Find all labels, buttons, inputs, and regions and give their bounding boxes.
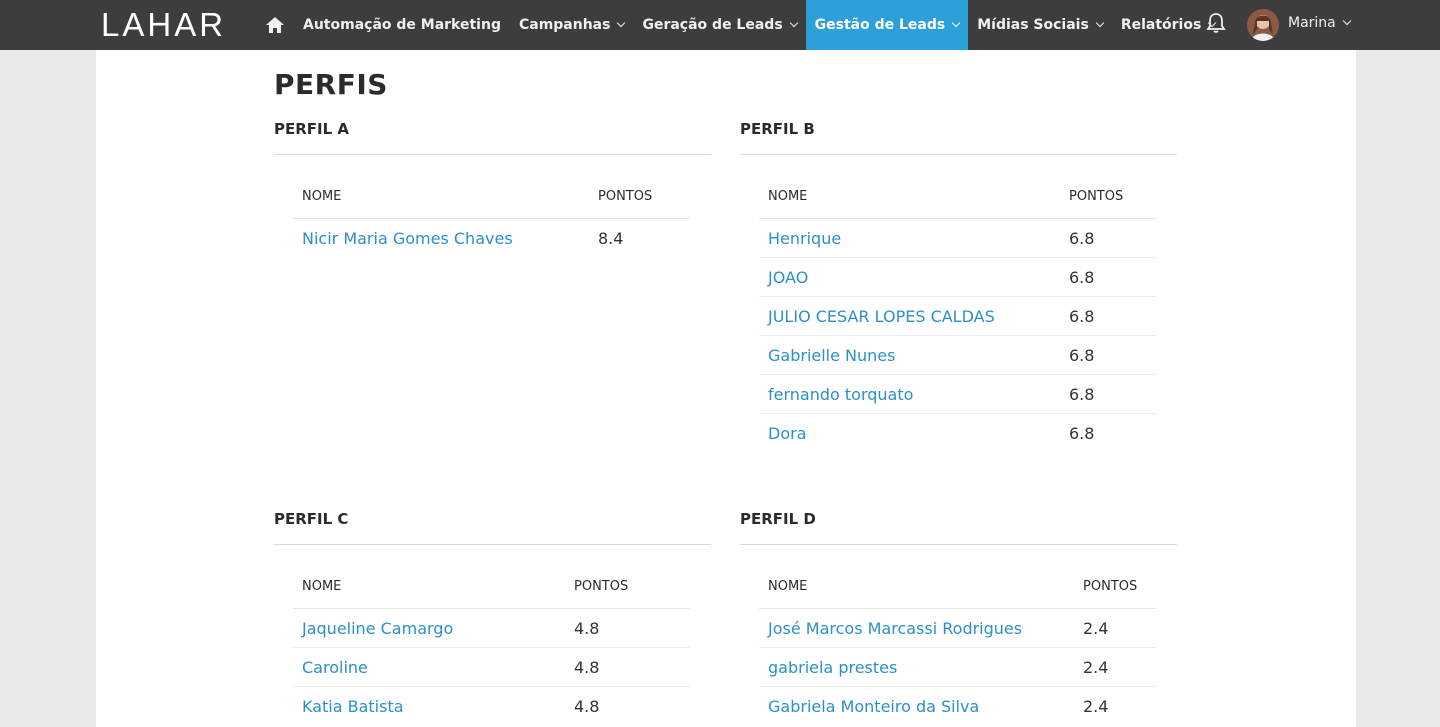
table-row: Nicir Maria Gomes Chaves 8.4: [293, 219, 690, 258]
profile-table: NOME PONTOS Jaqueline Camargo 4.8 Carolin…: [293, 565, 690, 726]
lead-name-link[interactable]: Caroline: [302, 658, 574, 677]
table-header: NOME PONTOS: [759, 565, 1156, 609]
table-row: Jaqueline Camargo 4.8: [293, 609, 690, 648]
nav-midias-sociais[interactable]: Mídias Sociais: [968, 0, 1112, 50]
chevron-down-icon: [789, 18, 798, 28]
table-row: Katia Batista 4.8: [293, 687, 690, 726]
table-row: José Marcos Marcassi Rodrigues 2.4: [759, 609, 1156, 648]
chevron-down-icon: [951, 18, 961, 28]
nav-automacao[interactable]: Automação de Marketing: [294, 0, 510, 50]
profile-table: NOME PONTOS José Marcos Marcassi Rodrigu…: [759, 565, 1156, 726]
table-row: Dora 6.8: [759, 414, 1156, 453]
lead-name-link[interactable]: José Marcos Marcassi Rodrigues: [768, 619, 1083, 638]
lahar-logo[interactable]: LAHAR: [101, 6, 226, 44]
table-row: JOAO 6.8: [759, 258, 1156, 297]
col-name-header: NOME: [302, 189, 342, 204]
main-nav: Automação de Marketing Campanhas Geração…: [256, 0, 1224, 50]
lead-name-link[interactable]: Gabrielle Nunes: [768, 346, 1069, 365]
lead-name-link[interactable]: gabriela prestes: [768, 658, 1083, 677]
nav-label: Geração de Leads: [642, 17, 783, 33]
profile-panel-c: PERFIL C NOME PONTOS Jaqueline Camargo 4.…: [274, 502, 711, 726]
panel-title: PERFIL D: [740, 502, 1177, 545]
lead-points: 4.8: [574, 697, 600, 716]
nav-label: Automação de Marketing: [303, 17, 501, 33]
lead-points: 8.4: [598, 229, 624, 248]
nav-gestao-leads[interactable]: Gestão de Leads: [805, 0, 969, 50]
table-header: NOME PONTOS: [293, 175, 690, 219]
top-navbar: LAHAR Automação de Marketing Campanhas G…: [0, 0, 1440, 50]
lead-name-link[interactable]: fernando torquato: [768, 385, 1069, 404]
nav-label: Relatórios: [1120, 17, 1202, 33]
profile-table: NOME PONTOS Henrique 6.8 JOAO 6.8 JULIO CE…: [759, 175, 1156, 453]
lead-points: 4.8: [574, 618, 600, 638]
col-points-header: PONTOS: [598, 189, 653, 204]
user-name: Marina: [1288, 15, 1336, 31]
table-row: gabriela prestes 2.4: [759, 648, 1156, 687]
panel-title: PERFIL C: [274, 502, 711, 545]
lead-points: 2.4: [1083, 618, 1109, 638]
table-row: fernando torquato 6.8: [759, 375, 1156, 414]
panel-title: PERFIL A: [274, 112, 711, 155]
nav-label: Campanhas: [518, 17, 611, 33]
table-header: NOME PONTOS: [293, 565, 690, 609]
table-row: Caroline 4.8: [293, 648, 690, 687]
lead-points: 4.8: [574, 657, 600, 677]
lead-name-link[interactable]: JULIO CESAR LOPES CALDAS: [768, 307, 1069, 326]
nav-label: Gestão de Leads: [814, 17, 946, 33]
page-title: PERFIS: [274, 68, 388, 101]
chevron-down-icon: [1342, 16, 1352, 26]
nav-label: Mídias Sociais: [977, 17, 1089, 33]
nav-geracao-leads[interactable]: Geração de Leads: [633, 0, 805, 50]
col-name-header: NOME: [302, 579, 342, 594]
lead-name-link[interactable]: JOAO: [768, 268, 1069, 287]
col-points-header: PONTOS: [1083, 579, 1138, 594]
lead-name-link[interactable]: Gabriela Monteiro da Silva: [768, 697, 1083, 716]
lead-points: 2.4: [1083, 697, 1109, 716]
nav-campanhas[interactable]: Campanhas: [510, 0, 634, 50]
chevron-down-icon: [1095, 18, 1105, 28]
table-row: Gabriela Monteiro da Silva 2.4: [759, 687, 1156, 726]
table-header: NOME PONTOS: [759, 175, 1156, 219]
avatar[interactable]: [1247, 9, 1279, 41]
profile-table: NOME PONTOS Nicir Maria Gomes Chaves 8.4: [293, 175, 690, 258]
col-name-header: NOME: [768, 579, 808, 594]
col-points-header: PONTOS: [574, 579, 629, 594]
table-row: JULIO CESAR LOPES CALDAS 6.8: [759, 297, 1156, 336]
panel-title: PERFIL B: [740, 112, 1177, 155]
lead-name-link[interactable]: Katia Batista: [302, 697, 574, 716]
col-points-header: PONTOS: [1069, 189, 1124, 204]
profile-panel-a: PERFIL A NOME PONTOS Nicir Maria Gomes C…: [274, 112, 711, 258]
home-icon[interactable]: [256, 0, 294, 50]
lead-points: 6.8: [1069, 306, 1095, 326]
lead-points: 6.8: [1069, 384, 1095, 404]
lead-points: 6.8: [1069, 424, 1095, 443]
lead-points: 6.8: [1069, 267, 1095, 287]
lead-name-link[interactable]: Henrique: [768, 229, 1069, 248]
lead-points: 6.8: [1069, 345, 1095, 365]
user-menu[interactable]: Marina: [1288, 15, 1352, 31]
col-name-header: NOME: [768, 189, 808, 204]
lead-name-link[interactable]: Dora: [768, 424, 1069, 443]
lead-name-link[interactable]: Nicir Maria Gomes Chaves: [302, 229, 598, 248]
lead-name-link[interactable]: Jaqueline Camargo: [302, 619, 574, 638]
profile-panel-b: PERFIL B NOME PONTOS Henrique 6.8 JOAO 6.8…: [740, 112, 1177, 453]
bell-icon[interactable]: [1206, 12, 1226, 34]
table-row: Gabrielle Nunes 6.8: [759, 336, 1156, 375]
lead-points: 2.4: [1083, 657, 1109, 677]
lead-points: 6.8: [1069, 228, 1095, 248]
table-row: Henrique 6.8: [759, 219, 1156, 258]
profile-panel-d: PERFIL D NOME PONTOS José Marcos Marcass…: [740, 502, 1177, 726]
main-content: PERFIS PERFIL A NOME PONTOS Nicir Maria …: [96, 50, 1356, 727]
chevron-down-icon: [617, 18, 626, 28]
